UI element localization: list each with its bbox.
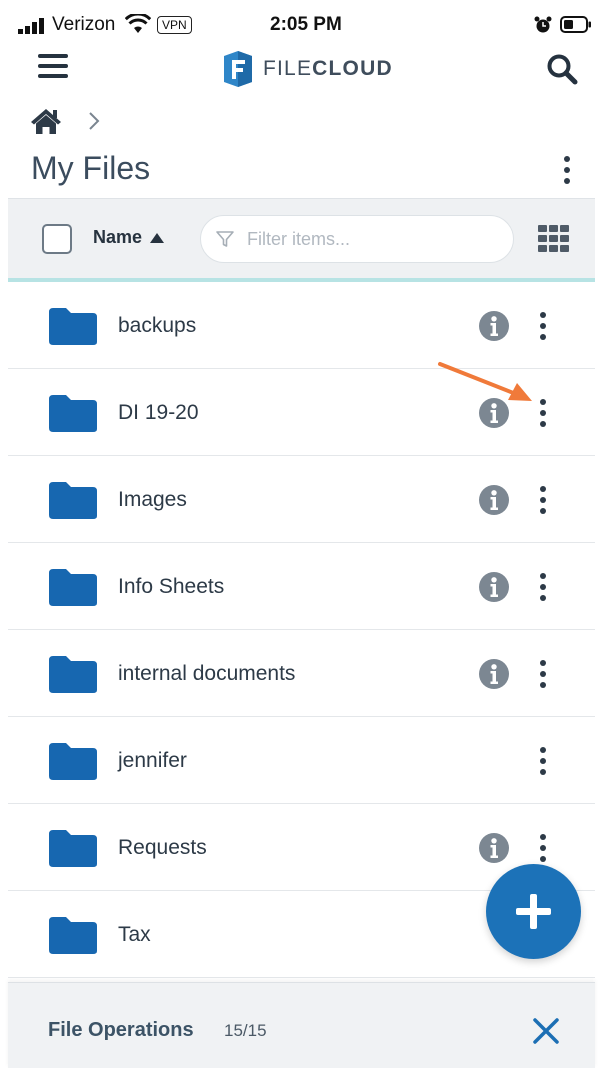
more-options-icon[interactable] (528, 482, 558, 518)
folder-icon (47, 915, 99, 955)
file-name: backups (118, 314, 197, 337)
file-row[interactable]: backups (8, 282, 595, 369)
annotation-arrow-icon (438, 362, 532, 401)
home-icon[interactable] (30, 107, 62, 135)
file-name: Requests (118, 836, 207, 859)
status-bar: Verizon VPN 2:05 PM (0, 0, 603, 50)
plus-icon (516, 894, 551, 929)
wifi-icon (125, 14, 151, 33)
grid-view-icon[interactable] (538, 225, 570, 253)
add-button[interactable] (486, 864, 581, 959)
file-row[interactable]: internal documents (8, 630, 595, 717)
list-toolbar: Name (8, 198, 595, 278)
app-header: FILECLOUD (0, 48, 603, 90)
folder-icon (47, 393, 99, 433)
chevron-right-icon (89, 112, 100, 130)
more-options-icon[interactable] (528, 569, 558, 605)
file-operations-count: 15/15 (224, 1021, 267, 1040)
file-row[interactable]: Info Sheets (8, 543, 595, 630)
filter-icon (216, 231, 234, 247)
more-options-icon[interactable] (528, 743, 558, 779)
file-name: Info Sheets (118, 575, 225, 598)
menu-icon[interactable] (38, 54, 68, 82)
filter-input[interactable] (247, 226, 497, 252)
file-operations-title: File Operations (48, 1019, 194, 1041)
file-name: DI 19-20 (118, 401, 199, 424)
vpn-badge: VPN (157, 16, 192, 34)
more-options-icon[interactable] (552, 153, 582, 187)
more-options-icon[interactable] (528, 830, 558, 866)
signal-icon (18, 18, 44, 34)
carrier-name: Verizon (52, 14, 116, 35)
filecloud-logo-icon (224, 51, 252, 87)
info-icon[interactable] (478, 571, 510, 603)
folder-icon (47, 741, 99, 781)
folder-icon (47, 306, 99, 346)
file-name: internal documents (118, 662, 296, 685)
info-icon[interactable] (478, 832, 510, 864)
filter-box (200, 215, 514, 263)
close-icon[interactable] (532, 1017, 560, 1045)
file-name: Images (118, 488, 187, 511)
sort-by-name-button[interactable]: Name (93, 227, 165, 248)
status-time: 2:05 PM (270, 14, 342, 35)
info-icon[interactable] (478, 484, 510, 516)
file-name: Tax (118, 923, 151, 946)
info-icon[interactable] (478, 310, 510, 342)
sort-ascending-icon (150, 232, 165, 243)
search-icon[interactable] (546, 53, 578, 85)
folder-icon (47, 567, 99, 607)
info-icon[interactable] (478, 658, 510, 690)
more-options-icon[interactable] (528, 656, 558, 692)
file-operations-panel[interactable]: File Operations 15/15 (8, 982, 595, 1068)
file-row[interactable]: Images (8, 456, 595, 543)
select-all-checkbox[interactable] (42, 224, 72, 254)
logo-text: FILECLOUD (263, 57, 393, 80)
folder-icon (47, 480, 99, 520)
folder-icon (47, 828, 99, 868)
battery-icon (560, 16, 591, 33)
folder-icon (47, 654, 99, 694)
breadcrumb (30, 106, 100, 136)
sort-label: Name (93, 227, 143, 247)
filecloud-logo: FILECLOUD (223, 50, 393, 88)
alarm-icon (534, 16, 552, 33)
page-title: My Files (31, 150, 151, 186)
file-name: jennifer (118, 749, 187, 772)
more-options-icon[interactable] (528, 308, 558, 344)
file-row[interactable]: jennifer (8, 717, 595, 804)
